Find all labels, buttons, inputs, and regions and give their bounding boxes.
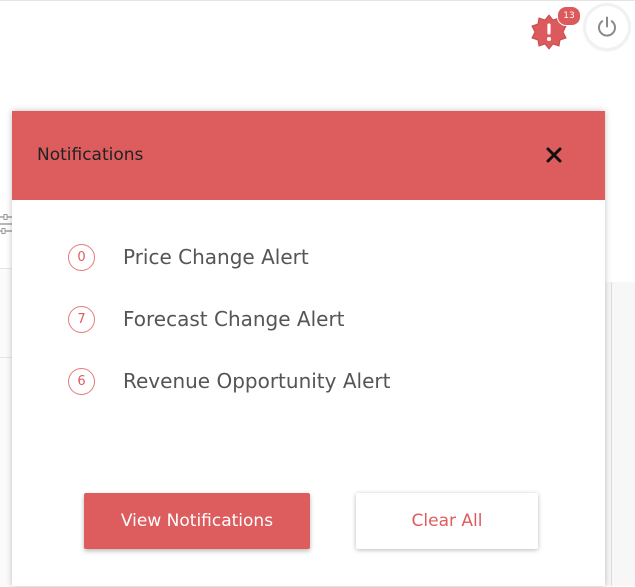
power-button[interactable] — [586, 6, 628, 48]
notifications-header: Notifications — [12, 111, 605, 200]
alert-count: 6 — [68, 368, 95, 395]
panel-title: Notifications — [37, 145, 144, 165]
filter-icon — [0, 214, 12, 234]
alert-label: Revenue Opportunity Alert — [123, 369, 391, 393]
clear-all-button[interactable]: Clear All — [356, 493, 538, 549]
power-icon — [598, 16, 616, 37]
notifications-panel: Notifications 0 Price Change Alert 7 For… — [12, 111, 605, 586]
top-header: 13 — [0, 0, 635, 80]
alert-count-badge: 13 — [557, 6, 581, 26]
alert-count: 0 — [68, 244, 95, 271]
background-page-edge — [0, 268, 12, 587]
background-page-edge-right — [605, 282, 635, 586]
alert-label: Price Change Alert — [123, 245, 309, 269]
alert-label: Forecast Change Alert — [123, 307, 345, 331]
view-notifications-button[interactable]: View Notifications — [84, 493, 310, 549]
header-divider — [0, 0, 635, 1]
close-icon[interactable] — [545, 146, 563, 164]
alert-count: 7 — [68, 306, 95, 333]
